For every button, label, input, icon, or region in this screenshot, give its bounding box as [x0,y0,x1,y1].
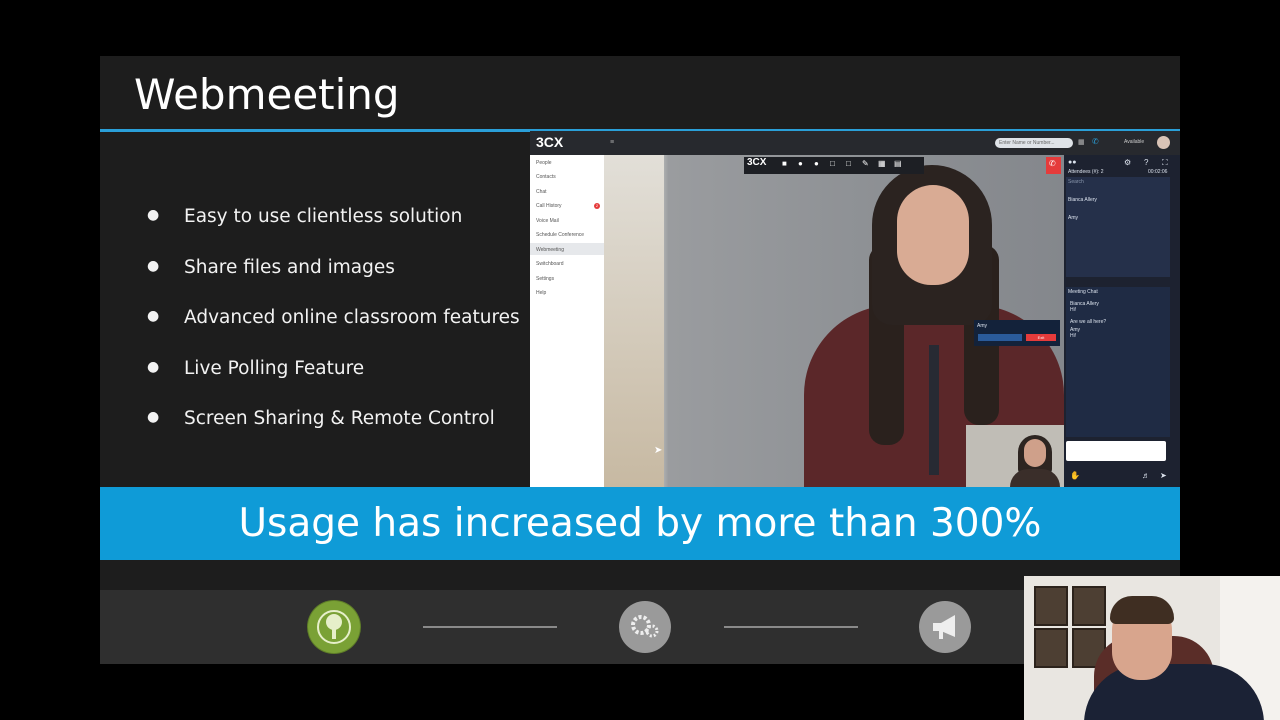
participant-card: Amy Exit [974,320,1060,346]
fullscreen-icon[interactable]: ⛶ [1162,158,1168,168]
bullet-list: Easy to use clientless solution Share fi… [140,206,520,459]
sidebar-item-voice-mail[interactable]: Voice Mail [536,218,559,224]
megaphone-icon [919,601,971,653]
pen-icon[interactable]: ✎ [862,159,869,168]
meeting-chat: Meeting Chat Bianca Allery Hi! Are we al… [1066,287,1170,437]
slide: Webmeeting Easy to use clientless soluti… [100,56,1180,664]
usage-banner: Usage has increased by more than 300% [100,487,1180,560]
self-view-face [1024,439,1046,467]
chat-title: Meeting Chat [1068,289,1098,295]
sidebar-item-settings[interactable]: Settings [536,276,554,282]
sidebar-item-call-history[interactable]: Call History [536,203,562,209]
sidebar-item-switchboard[interactable]: Switchboard [536,261,564,267]
sidebar-item-contacts[interactable]: Contacts [536,174,556,180]
app-header: 3CX ≡ Enter Name or Number... ▦ ✆ Availa… [530,131,1180,155]
bullet-item: Screen Sharing & Remote Control [140,408,520,459]
attendee-item[interactable]: Bianca Allery [1068,197,1097,203]
bullet-item: Advanced online classroom features [140,307,520,358]
status-label[interactable]: Available [1124,139,1144,145]
sidebar-item-people[interactable]: People [536,160,552,166]
participant-card-name: Amy [977,323,987,329]
participant-card-select[interactable] [978,334,1022,341]
app-sidebar: People Contacts Chat Call History 2 Voic… [530,155,604,487]
bullet-item: Share files and images [140,257,520,308]
3cx-logo: 3CX [536,134,564,150]
globe-tree-icon [308,601,360,653]
sidebar-item-help[interactable]: Help [536,290,546,296]
footer-connector [423,626,557,628]
presenter-webcam [1024,576,1280,720]
video-logo: 3CX [747,157,767,168]
webmeeting-screenshot: 3CX ≡ Enter Name or Number... ▦ ✆ Availa… [530,131,1180,487]
record-icon[interactable]: ● [814,159,819,168]
chat-message: Hi! [1070,307,1077,313]
settings-icon[interactable]: ⚙ [1124,158,1131,167]
whiteboard-icon[interactable]: □ [846,159,851,168]
slide-footer [100,590,1180,664]
bullet-item: Live Polling Feature [140,358,520,409]
chat-message: Hi! [1070,333,1077,339]
meeting-timer: 00:02:06 [1148,169,1168,175]
gears-icon [619,601,671,653]
video-stage: 3CX ■ ● ● □ □ ✎ ▦ ▤ ✆ Amy Exit ➤ [604,155,1064,487]
sidebar-item-webmeeting[interactable]: Webmeeting [536,247,564,253]
grid-icon[interactable]: ▦ [1078,138,1085,146]
footer-connector [724,626,858,628]
mouse-cursor-icon: ➤ [654,445,663,456]
self-view-body [1010,469,1060,487]
presenter-hair [1110,596,1174,624]
document-icon[interactable]: ▤ [894,159,902,168]
participant-face [897,185,969,285]
poll-icon[interactable]: ▦ [878,159,886,168]
phone-icon[interactable]: ✆ [1092,137,1099,146]
attendees-count: Attendees (#): 2 [1068,169,1104,175]
right-panel: ●● ⚙ ? ⛶ Attendees (#): 2 00:02:06 Searc… [1064,155,1180,487]
attendee-search[interactable]: Search [1068,179,1084,185]
attendee-list: Search Bianca Allery Amy [1066,177,1170,277]
exit-icon[interactable]: ➤ [1160,471,1167,480]
microphone-icon[interactable]: ● [798,159,803,168]
screen-share-icon[interactable]: □ [830,159,835,168]
sidebar-item-chat[interactable]: Chat [536,189,547,195]
participant-card-exit-button[interactable]: Exit [1026,334,1056,341]
raise-hand-icon[interactable]: ✋ [1070,471,1080,480]
camera-icon[interactable]: ■ [782,159,787,168]
hangup-button[interactable]: ✆ [1046,157,1061,174]
chat-message: Are we all here? [1070,319,1107,325]
wall-frame [1034,586,1068,626]
wall-frame [1072,586,1106,626]
search-input[interactable]: Enter Name or Number... [995,138,1073,148]
avatar[interactable] [1157,136,1170,149]
video-toolbar: 3CX ■ ● ● □ □ ✎ ▦ ▤ ✆ [744,157,1061,174]
menu-icon[interactable]: ≡ [610,139,614,146]
help-icon[interactable]: ? [1144,158,1148,167]
wall-frame [1034,628,1068,668]
attendees-icon[interactable]: ●● [1068,159,1076,166]
hangup-icon: ✆ [1049,159,1056,168]
bullet-item: Easy to use clientless solution [140,206,520,257]
lanyard [929,345,939,475]
call-history-badge: 2 [594,203,600,209]
volume-icon[interactable]: ♬ [1142,471,1150,480]
chat-input[interactable] [1066,441,1166,461]
sidebar-item-schedule-conference[interactable]: Schedule Conference [536,232,584,238]
slide-title: Webmeeting [134,70,400,119]
attendee-item[interactable]: Amy [1068,215,1078,221]
background-door [604,155,664,487]
self-view [966,425,1064,487]
